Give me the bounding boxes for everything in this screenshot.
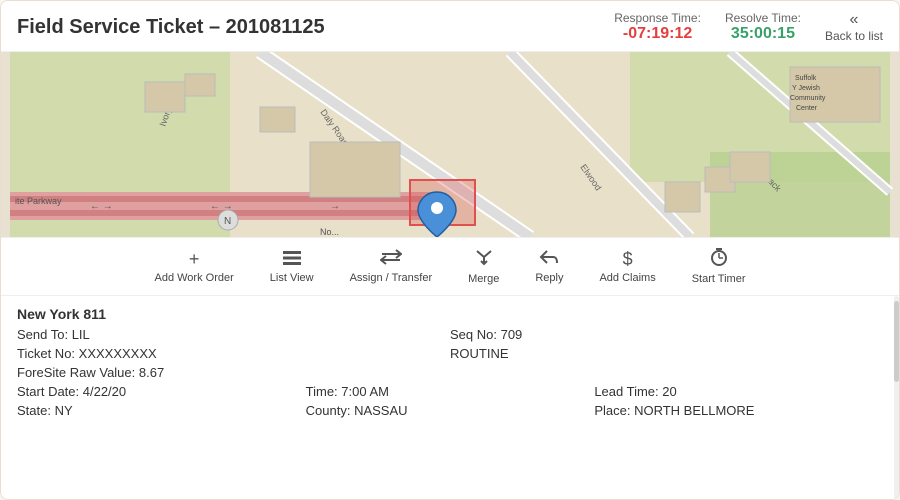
assign-transfer-label: Assign / Transfer [350,272,433,284]
seq-no-label: Seq No: [450,327,501,342]
foresite-field: ForeSite Raw Value: 8.67 [17,365,164,380]
state-value: NY [55,403,73,418]
timer-icon [710,248,728,271]
svg-text:→: → [330,201,340,212]
state-field: State: NY [17,403,306,418]
send-to-value: LIL [72,327,90,342]
back-to-list-button[interactable]: « Back to list [825,11,883,43]
list-view-label: List View [270,272,314,284]
scrollbar-thumb[interactable] [894,301,899,382]
time-label: Time: [306,384,342,399]
county-label: County: [306,403,354,418]
place-field: Place: NORTH BELLMORE [594,403,883,418]
county-field: County: NASSAU [306,403,595,418]
lead-time-value: 20 [662,384,676,399]
foresite-row: ForeSite Raw Value: 8.67 [17,365,883,380]
map-area[interactable]: ← → ← → → N Ivory L... Daly Road Elwood … [1,52,899,237]
state-row: State: NY County: NASSAU Place: NORTH BE… [17,403,883,418]
ticket-no-field: Ticket No: XXXXXXXXX [17,346,450,361]
response-time-block: Response Time: -07:19:12 [614,11,701,43]
send-to-label: Send To: [17,327,72,342]
header-right: Response Time: -07:19:12 Resolve Time: 3… [614,11,883,43]
resolve-time-value: 35:00:15 [731,25,795,43]
reply-button[interactable]: Reply [517,245,581,288]
seq-no-value: 709 [501,327,523,342]
response-time-label: Response Time: [614,11,701,25]
routine-value: ROUTINE [450,346,883,361]
svg-text:ite Parkway: ite Parkway [15,196,62,206]
resolve-time-block: Resolve Time: 35:00:15 [725,11,801,43]
plus-icon: + [189,249,200,270]
start-date-row: Start Date: 4/22/20 Time: 7:00 AM Lead T… [17,384,883,399]
send-to-row: Send To: LIL Seq No: 709 [17,327,883,342]
chevron-left-icon: « [850,11,859,29]
lead-time-field: Lead Time: 20 [594,384,883,399]
start-date-label: Start Date: [17,384,83,399]
add-work-order-label: Add Work Order [154,272,233,284]
list-view-button[interactable]: List View [252,245,332,288]
merge-button[interactable]: Merge [450,244,517,289]
seq-no-field: Seq No: 709 [450,327,883,342]
foresite-label: ForeSite Raw Value: [17,365,139,380]
foresite-value: 8.67 [139,365,164,380]
response-time-value: -07:19:12 [623,25,692,43]
merge-icon [475,248,493,271]
add-work-order-button[interactable]: + Add Work Order [136,245,251,288]
start-timer-button[interactable]: Start Timer [674,244,764,289]
place-label: Place: [594,403,634,418]
details-panel: New York 811 Send To: LIL Seq No: 709 Ti… [1,296,899,499]
map-svg: ← → ← → → N Ivory L... Daly Road Elwood … [1,52,899,237]
assign-transfer-icon [380,249,402,270]
svg-text:No...: No... [320,227,339,237]
add-claims-button[interactable]: $ Add Claims [581,245,673,288]
dollar-icon: $ [623,249,633,270]
send-to-field: Send To: LIL [17,327,450,342]
place-value: NORTH BELLMORE [634,403,754,418]
ticket-no-label: Ticket No: [17,346,79,361]
merge-label: Merge [468,273,499,285]
back-to-list-label: Back to list [825,29,883,43]
scrollbar-track [894,296,899,499]
svg-text:Center: Center [796,105,818,112]
svg-text:Y Jewish: Y Jewish [792,85,820,92]
reply-icon [539,249,559,270]
main-container: Field Service Ticket – 201081125 Respons… [0,0,900,500]
svg-text:N: N [224,216,231,227]
svg-text:← →: ← → [90,201,113,212]
start-date-field: Start Date: 4/22/20 [17,384,306,399]
start-date-value: 4/22/20 [83,384,126,399]
resolve-time-label: Resolve Time: [725,11,801,25]
page-title: Field Service Ticket – 201081125 [17,16,325,39]
time-value: 7:00 AM [341,384,389,399]
svg-text:Community: Community [790,95,826,102]
time-field: Time: 7:00 AM [306,384,595,399]
org-name: New York 811 [17,306,883,322]
assign-transfer-button[interactable]: Assign / Transfer [332,245,451,288]
add-claims-label: Add Claims [599,272,655,284]
svg-text:Suffolk: Suffolk [795,75,817,82]
ticket-row: Ticket No: XXXXXXXXX ROUTINE [17,346,883,361]
ticket-no-value: XXXXXXXXX [79,346,157,361]
start-timer-label: Start Timer [692,273,746,285]
header: Field Service Ticket – 201081125 Respons… [1,1,899,52]
list-icon [283,249,301,270]
state-label: State: [17,403,55,418]
lead-time-label: Lead Time: [594,384,662,399]
toolbar: + Add Work Order List View [1,237,899,296]
reply-label: Reply [535,272,563,284]
county-value: NASSAU [354,403,407,418]
